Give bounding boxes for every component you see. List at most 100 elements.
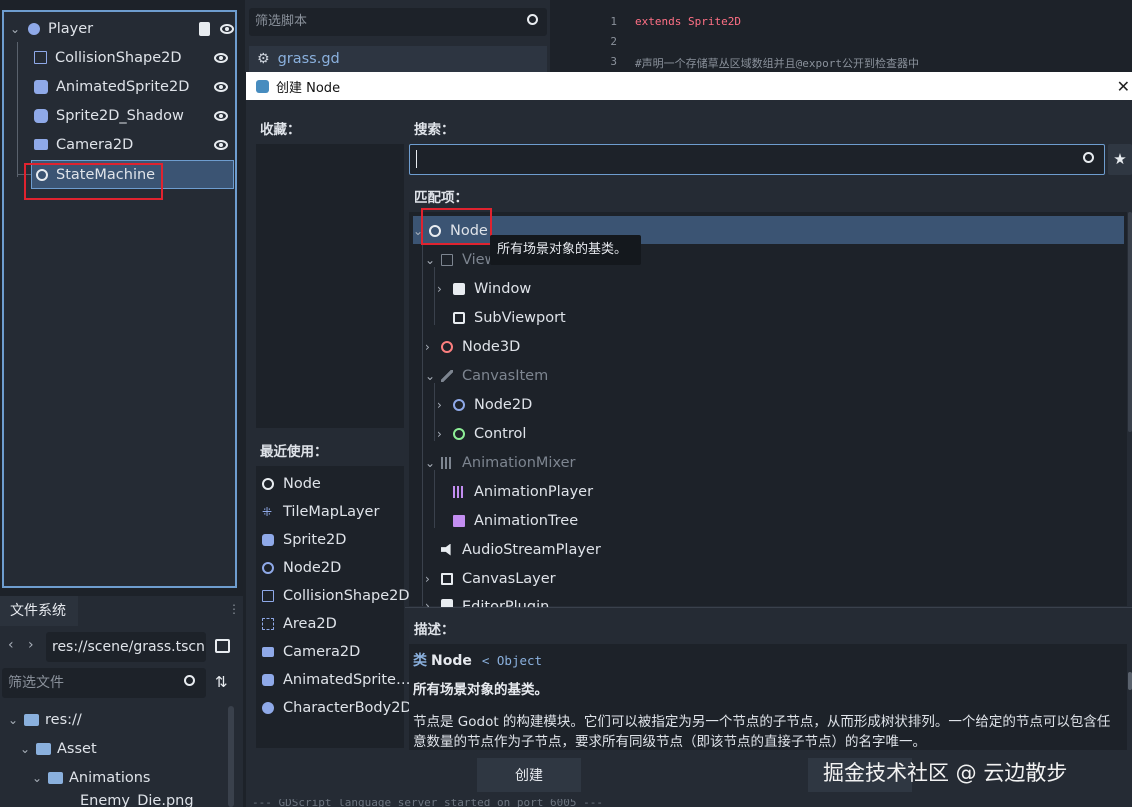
tab-filesystem[interactable]: 文件系统 [0, 596, 78, 626]
forward-icon[interactable]: › [28, 637, 34, 653]
tree-item-sprite2d-shadow[interactable]: Sprite2D_Shadow [34, 101, 234, 130]
chevron-down-icon[interactable]: ⌄ [425, 253, 437, 267]
code-editor[interactable]: 1 2 3 extends Sprite2D #声明一个存储草丛区域数组并且@e… [552, 8, 1132, 72]
recent-item-collisionshape2d[interactable]: CollisionShape2D [262, 582, 410, 610]
editor-plugin-icon [441, 599, 453, 607]
fs-item-animations[interactable]: ⌄ Animations [32, 764, 150, 792]
scrollbar[interactable] [228, 706, 234, 807]
match-item-node2d[interactable]: › Node2D [437, 390, 532, 419]
recent-item-tilemaplayer[interactable]: ⁜ TileMapLayer [262, 498, 379, 526]
tree-item-label: Sprite2D_Shadow [56, 107, 184, 124]
match-item-subviewport[interactable]: SubViewport [437, 303, 566, 332]
description-scrollbar[interactable] [1128, 672, 1132, 690]
match-item-audiostreamplayer[interactable]: AudioStreamPlayer [425, 535, 601, 564]
back-icon[interactable]: ‹ [8, 637, 14, 653]
chevron-right-icon[interactable]: › [437, 427, 449, 441]
match-item-view[interactable]: ⌄ View [425, 245, 496, 274]
match-item-animationtree[interactable]: AnimationTree [437, 506, 578, 535]
sort-icon[interactable]: ⇅ [215, 673, 228, 691]
match-item-label: AudioStreamPlayer [462, 541, 601, 558]
chevron-right-icon[interactable]: › [425, 599, 437, 607]
recent-item-area2d[interactable]: Area2D [262, 610, 337, 638]
description-panel: 类 Node < Object 所有场景对象的基类。 节点是 Godot 的构建… [409, 644, 1127, 750]
chevron-right-icon[interactable]: › [437, 398, 449, 412]
visibility-eye-icon[interactable] [214, 52, 228, 63]
match-item-label: AnimationPlayer [474, 483, 594, 500]
status-output: --- GDScript language server started on … [252, 799, 603, 807]
tree-guide [434, 267, 435, 325]
recent-item-camera2d[interactable]: Camera2D [262, 638, 360, 666]
matches-scrollbar[interactable] [1128, 212, 1132, 432]
sprite-icon [34, 108, 48, 123]
filter-files-input[interactable]: 筛选文件 [2, 668, 206, 698]
animated-sprite-icon [34, 79, 48, 94]
match-item-node3d[interactable]: › Node3D [425, 332, 520, 361]
recent-item-sprite2d[interactable]: Sprite2D [262, 526, 346, 554]
match-item-label: AnimationTree [474, 512, 579, 529]
folder-icon [24, 714, 39, 726]
tree-item-player[interactable]: ⌄ Player [10, 14, 240, 43]
fs-item-label: res:// [45, 712, 82, 728]
scene-tree-panel: ⌄ Player CollisionShape2D AnimatedSprite… [2, 10, 237, 588]
filter-scripts-input[interactable]: 筛选脚本 [249, 8, 547, 36]
recent-item-node2d[interactable]: Node2D [262, 554, 341, 582]
text-cursor [416, 150, 417, 168]
line-number: 3 [610, 55, 617, 68]
visibility-eye-icon[interactable] [214, 81, 228, 92]
script-item[interactable]: ⚙ grass.gd [249, 46, 547, 72]
line-number: 1 [610, 15, 617, 28]
path-field[interactable]: res://scene/grass.tscn [46, 632, 206, 662]
match-item-editorplugin[interactable]: › EditorPlugin [425, 593, 549, 607]
subviewport-icon [453, 311, 465, 324]
tree-guide [434, 383, 435, 441]
favorite-star-icon[interactable]: ★ [1108, 144, 1132, 175]
chevron-down-icon[interactable]: ⌄ [10, 22, 22, 36]
watermark: 掘金技术社区 @ 云边散步 [823, 761, 1068, 785]
script-icon[interactable] [199, 21, 210, 36]
tree-item-animatedsprite2d[interactable]: AnimatedSprite2D [34, 72, 234, 101]
create-button[interactable]: 创建 [477, 758, 581, 792]
recent-item-animatedsprite[interactable]: AnimatedSprite… [262, 666, 410, 694]
match-item-canvaslayer[interactable]: › CanvasLayer [425, 564, 556, 593]
tree-item-camera2d[interactable]: Camera2D [34, 130, 234, 159]
tree-item-collisionshape2d[interactable]: CollisionShape2D [34, 43, 234, 72]
highlight-box [421, 208, 492, 245]
tree-item-label: Camera2D [56, 136, 134, 153]
fs-item-label: Asset [57, 741, 97, 757]
class-inherits[interactable]: < Object [482, 653, 542, 668]
tooltip: 所有场景对象的基类。 [490, 235, 641, 265]
match-item-animationplayer[interactable]: AnimationPlayer [437, 477, 593, 506]
animated-sprite-icon [262, 674, 274, 686]
fs-item-res[interactable]: ⌄ res:// [8, 706, 82, 734]
fs-item-enemy-die[interactable]: Enemy_Die.png [80, 793, 194, 807]
chevron-down-icon[interactable]: ⌄ [425, 456, 437, 470]
recent-item-label: CharacterBody2D [283, 700, 412, 716]
search-icon [527, 14, 538, 25]
match-item-canvasitem[interactable]: ⌄ CanvasItem [425, 361, 548, 390]
match-item-label: Node3D [462, 338, 521, 355]
chevron-down-icon: ⌄ [8, 713, 19, 727]
chevron-right-icon[interactable]: › [437, 282, 449, 296]
chevron-down-icon[interactable]: ⌄ [425, 369, 437, 383]
match-item-control[interactable]: › Control [437, 419, 526, 448]
close-icon[interactable]: ✕ [1117, 77, 1130, 96]
chevron-right-icon[interactable]: › [425, 340, 437, 354]
recent-item-node[interactable]: Node [262, 470, 321, 498]
recent-item-label: Camera2D [283, 644, 361, 660]
collision-shape-icon [262, 590, 274, 602]
favorites-list[interactable] [256, 144, 404, 428]
more-icon[interactable]: ⋮ [228, 602, 240, 616]
match-item-animationmixer[interactable]: ⌄ AnimationMixer [425, 448, 575, 477]
visibility-eye-icon[interactable] [214, 110, 228, 121]
recent-item-characterbody2d[interactable]: CharacterBody2D [262, 694, 412, 722]
search-input[interactable] [409, 144, 1105, 175]
folder-icon [36, 743, 51, 755]
match-item-window[interactable]: › Window [437, 274, 531, 303]
visibility-eye-icon[interactable] [220, 23, 234, 34]
visibility-eye-icon[interactable] [214, 139, 228, 150]
chevron-right-icon[interactable]: › [425, 572, 437, 586]
layout-toggle-icon[interactable] [215, 639, 230, 653]
fs-item-asset[interactable]: ⌄ Asset [20, 735, 97, 763]
match-item-label: Node2D [474, 396, 533, 413]
node2d-icon [453, 398, 465, 411]
